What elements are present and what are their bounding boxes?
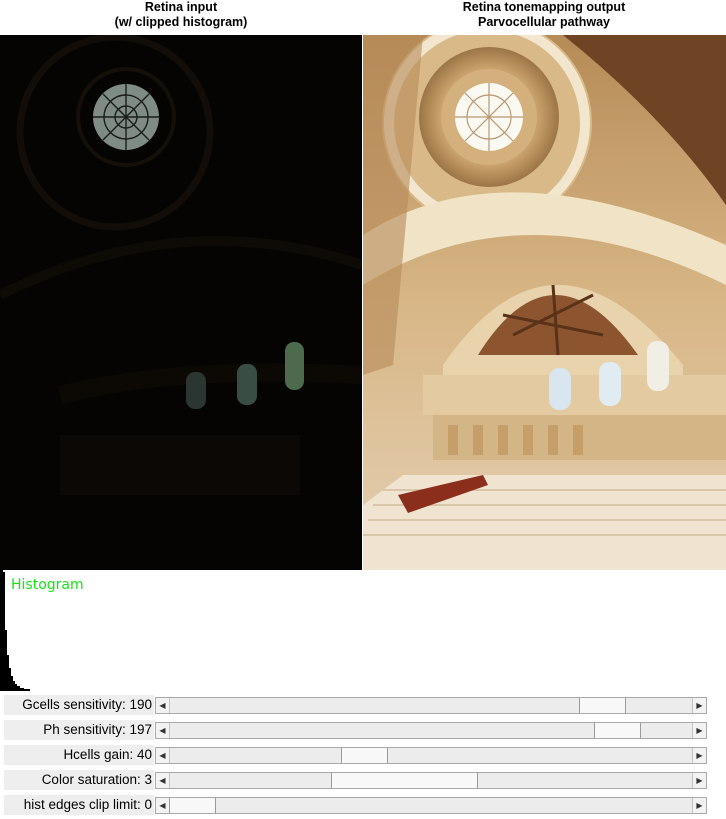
trackbar-gcells-sensitivity: Gcells sensitivity: 190 ◀ ▶ — [4, 695, 707, 715]
title-line-2: (w/ clipped histogram) — [114, 15, 248, 29]
arrow-left-icon[interactable]: ◀ — [156, 798, 170, 813]
slider-thumb[interactable] — [169, 798, 216, 813]
trackbar-ph-sensitivity: Ph sensitivity: 197 ◀ ▶ — [4, 720, 707, 740]
gcells-sensitivity-slider[interactable]: ◀ ▶ — [155, 697, 707, 714]
slider-thumb[interactable] — [341, 748, 388, 763]
slider-thumb[interactable] — [594, 723, 641, 738]
title-line-1: Retina tonemapping output — [462, 0, 626, 14]
histogram-panel: Histogram — [0, 570, 726, 691]
trackbar-label: Ph sensitivity: 197 — [4, 720, 154, 740]
arrow-left-icon[interactable]: ◀ — [156, 723, 170, 738]
trackbar-label: Gcells sensitivity: 190 — [4, 695, 154, 715]
slider-thumb[interactable] — [579, 698, 626, 713]
arrow-right-icon[interactable]: ▶ — [692, 723, 706, 738]
hist-edges-clip-limit-slider[interactable]: ◀ ▶ — [155, 797, 707, 814]
histogram-label: Histogram — [11, 577, 84, 593]
trackbar-label: Color saturation: 3 — [4, 770, 154, 790]
arrow-left-icon[interactable]: ◀ — [156, 698, 170, 713]
retina-tonemapping-output-image — [363, 35, 726, 570]
title-line-1: Retina input — [144, 0, 218, 14]
arrow-left-icon[interactable]: ◀ — [156, 773, 170, 788]
ph-sensitivity-slider[interactable]: ◀ ▶ — [155, 722, 707, 739]
slider-thumb[interactable] — [331, 773, 478, 788]
title-line-2: Parvocellular pathway — [477, 15, 610, 29]
arrow-left-icon[interactable]: ◀ — [156, 748, 170, 763]
trackbar-hcells-gain: Hcells gain: 40 ◀ ▶ — [4, 745, 707, 765]
trackbar-label: hist edges clip limit: 0 — [4, 795, 154, 815]
trackbar-color-saturation: Color saturation: 3 ◀ ▶ — [4, 770, 707, 790]
arrow-right-icon[interactable]: ▶ — [692, 798, 706, 813]
trackbar-label: Hcells gain: 40 — [4, 745, 154, 765]
retina-input-image — [0, 35, 362, 570]
arrow-right-icon[interactable]: ▶ — [692, 773, 706, 788]
color-saturation-slider[interactable]: ◀ ▶ — [155, 772, 707, 789]
arrow-right-icon[interactable]: ▶ — [692, 698, 706, 713]
hcells-gain-slider[interactable]: ◀ ▶ — [155, 747, 707, 764]
window-title-retina-output: Retina tonemapping output Parvocellular … — [362, 0, 726, 30]
trackbar-hist-edges-clip-limit: hist edges clip limit: 0 ◀ ▶ — [4, 795, 707, 815]
window-title-retina-input: Retina input (w/ clipped histogram) — [0, 0, 362, 30]
arrow-right-icon[interactable]: ▶ — [692, 748, 706, 763]
